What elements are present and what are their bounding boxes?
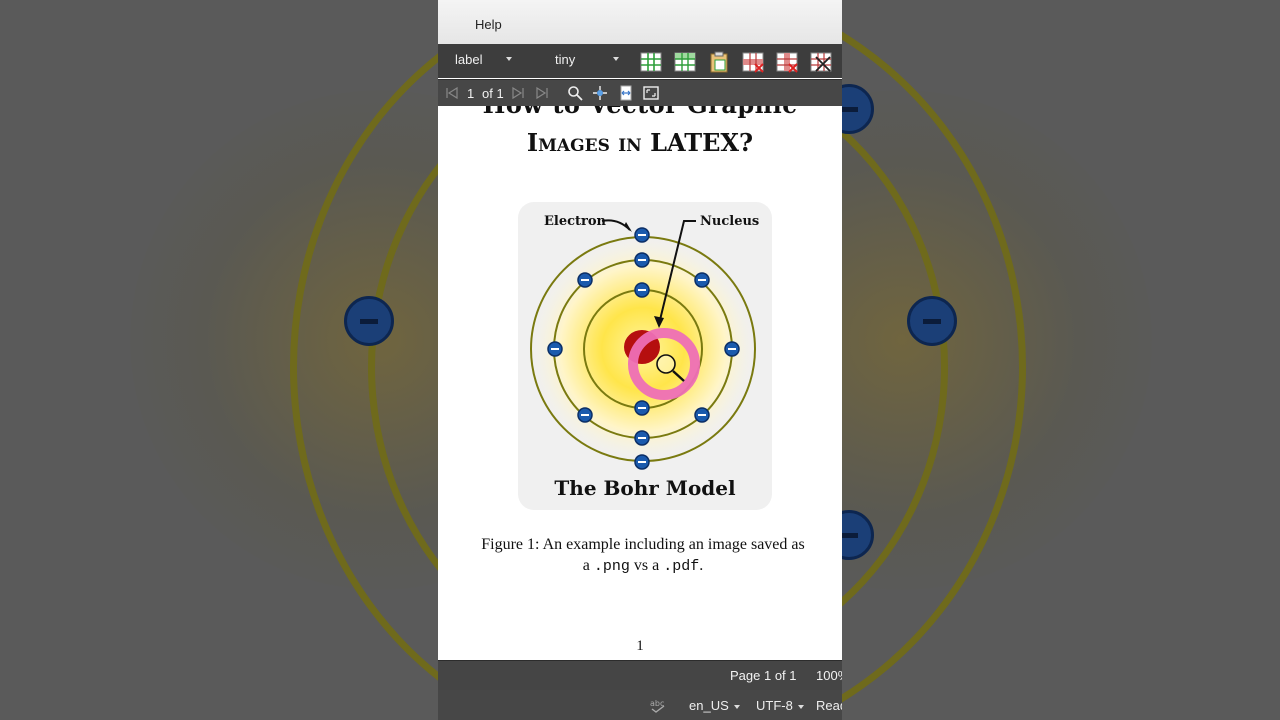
chevron-down-icon bbox=[613, 57, 619, 61]
document-title-line-2: Images in LATEX? bbox=[526, 128, 754, 157]
delete-table-icon[interactable] bbox=[810, 51, 832, 73]
caption-line-1: Figure 1: An example including an image … bbox=[481, 536, 805, 553]
encoding-value: UTF-8 bbox=[756, 698, 793, 713]
caption-period: . bbox=[699, 557, 704, 574]
figure-title: The Bohr Model bbox=[554, 476, 736, 500]
nucleus-label: Nucleus bbox=[700, 214, 759, 229]
delete-column-icon[interactable] bbox=[776, 51, 798, 73]
background-electron-icon bbox=[344, 296, 394, 346]
chevron-down-icon bbox=[797, 704, 804, 709]
pdf-status-bar: Page 1 of 1 100% bbox=[438, 660, 842, 690]
table-icon[interactable] bbox=[640, 51, 662, 73]
paste-table-icon[interactable] bbox=[708, 51, 730, 73]
table-green-icon[interactable] bbox=[674, 51, 696, 73]
fullscreen-icon[interactable] bbox=[643, 85, 659, 101]
caption-pdf: .pdf bbox=[663, 558, 700, 575]
pdf-navigation-bar: 1 of 1 bbox=[438, 79, 842, 107]
language-dropdown[interactable]: en_US bbox=[689, 698, 740, 713]
caption-line-2: a .png vs a .pdf. bbox=[458, 555, 828, 577]
spellcheck-icon[interactable]: abc bbox=[649, 697, 667, 713]
caption-text: vs a bbox=[633, 557, 660, 574]
magnifier-cursor-icon bbox=[656, 354, 676, 374]
document-title-line-1: How to Vector Graphic bbox=[438, 106, 842, 119]
background-electron-icon bbox=[907, 296, 957, 346]
caption-png: .png bbox=[593, 558, 630, 575]
current-page-field[interactable]: 1 bbox=[467, 86, 474, 101]
next-page-icon[interactable] bbox=[510, 85, 526, 101]
last-page-icon[interactable] bbox=[534, 85, 550, 101]
ready-status: Ready bbox=[816, 698, 842, 713]
chevron-down-icon bbox=[733, 704, 740, 709]
pdf-page: How to Vector Graphic Images in LATEX? bbox=[438, 106, 842, 660]
encoding-dropdown[interactable]: UTF-8 bbox=[756, 698, 804, 713]
first-page-icon[interactable] bbox=[444, 85, 460, 101]
editor-status-bar: abc en_US UTF-8 Ready bbox=[438, 690, 842, 720]
menu-help[interactable]: Help bbox=[475, 17, 502, 32]
figure-caption: Figure 1: An example including an image … bbox=[458, 534, 828, 577]
caption-text: a bbox=[582, 557, 590, 574]
background-left bbox=[0, 0, 438, 720]
label-combo-value: label bbox=[455, 52, 483, 67]
page-indicator: Page 1 of 1 bbox=[730, 668, 797, 683]
bohr-model-figure: Electron Nucleus The Bohr Model bbox=[518, 202, 772, 510]
sync-position-icon[interactable] bbox=[592, 85, 608, 101]
label-combo[interactable]: label bbox=[455, 52, 515, 72]
editor-window: Help label tiny 1 of 1 Images in LATEX? … bbox=[438, 0, 842, 720]
chevron-down-icon bbox=[506, 57, 512, 61]
electron-label: Electron bbox=[544, 214, 607, 229]
language-value: en_US bbox=[689, 698, 729, 713]
toolbar: label tiny bbox=[438, 44, 842, 78]
zoom-level[interactable]: 100% bbox=[816, 668, 842, 683]
background-right bbox=[842, 0, 1280, 720]
delete-row-icon[interactable] bbox=[742, 51, 764, 73]
fit-width-icon[interactable] bbox=[618, 85, 634, 101]
menu-bar: Help bbox=[438, 0, 842, 45]
search-icon[interactable] bbox=[567, 85, 583, 101]
page-count-label: of 1 bbox=[482, 86, 504, 101]
size-combo-value: tiny bbox=[555, 52, 576, 67]
size-combo[interactable]: tiny bbox=[555, 52, 621, 72]
bohr-model-diagram: Electron Nucleus The Bohr Model bbox=[525, 214, 761, 500]
page-number: 1 bbox=[636, 638, 644, 654]
